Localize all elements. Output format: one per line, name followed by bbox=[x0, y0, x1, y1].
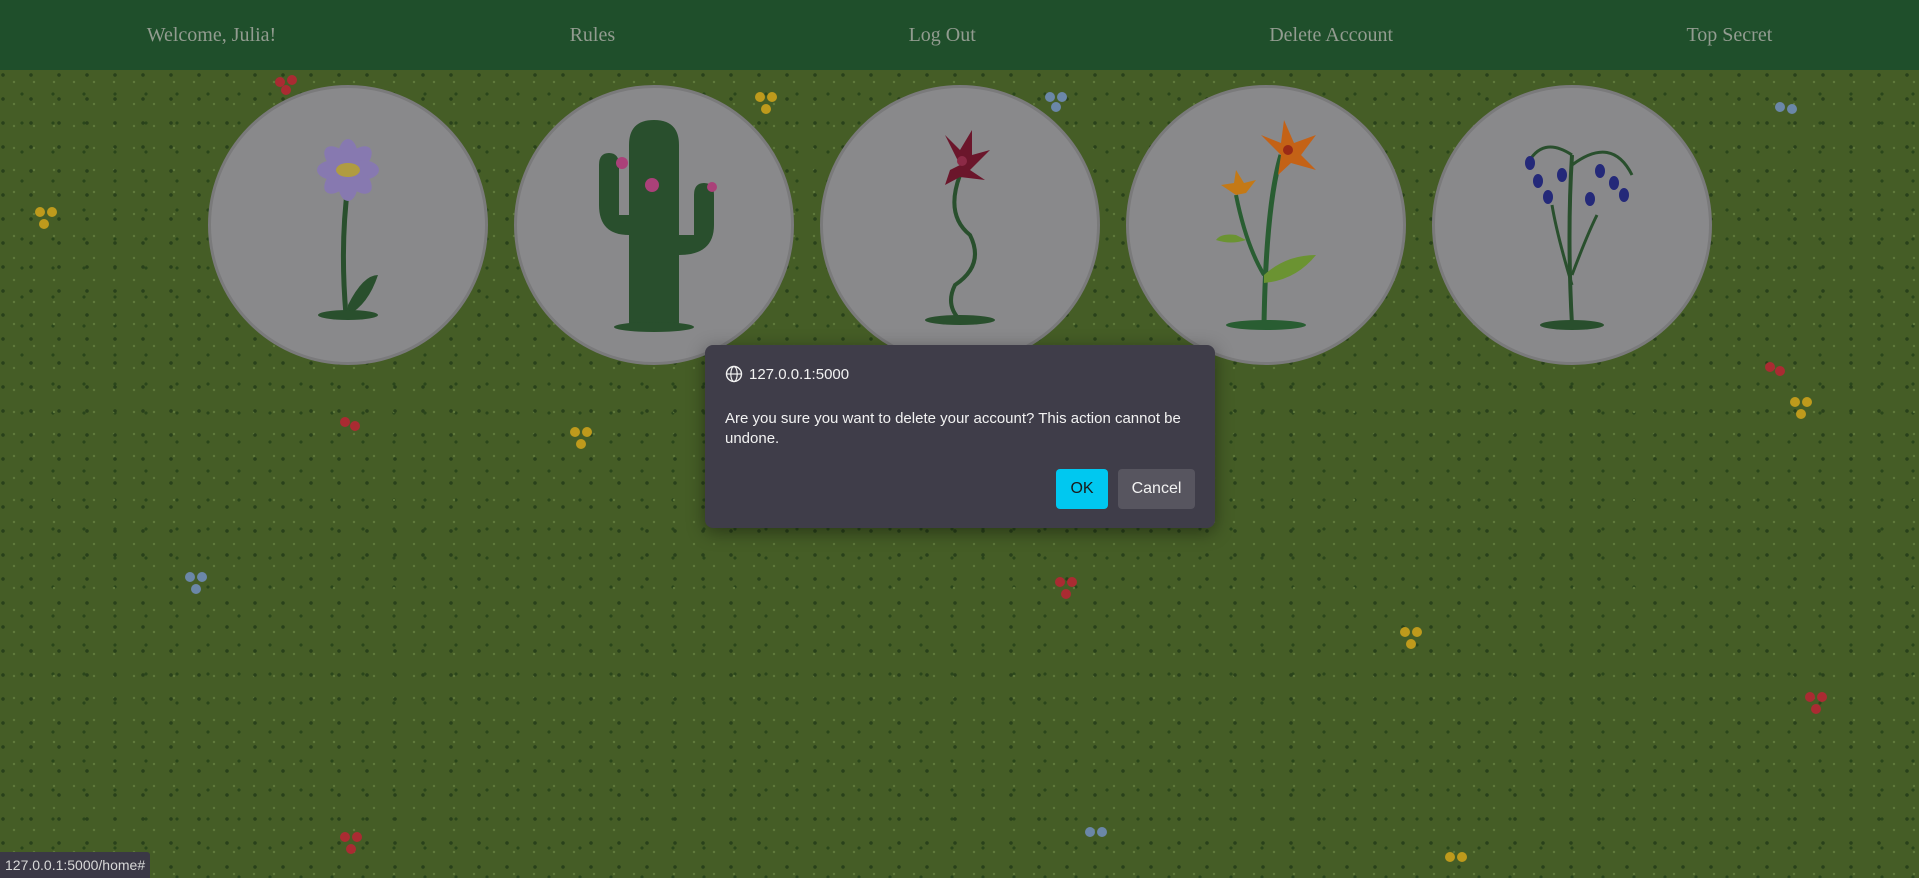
rules-link[interactable]: Rules bbox=[570, 24, 616, 47]
ground-flower-icon bbox=[340, 417, 360, 431]
ground-flower-icon bbox=[1775, 102, 1797, 114]
confirm-dialog: 127.0.0.1:5000 Are you sure you want to … bbox=[705, 345, 1215, 528]
ground-flower-icon bbox=[1765, 362, 1785, 376]
cactus-icon bbox=[599, 120, 717, 332]
plant-card-bluebell[interactable] bbox=[1432, 85, 1712, 365]
ground-flower-icon bbox=[1085, 827, 1107, 837]
plant-card-cactus[interactable] bbox=[514, 85, 794, 365]
ground-flower-icon bbox=[570, 427, 592, 449]
ground-flower-icon bbox=[1790, 397, 1812, 419]
ground-flower-icon bbox=[1400, 627, 1422, 649]
top-secret-link[interactable]: Top Secret bbox=[1686, 24, 1772, 47]
dialog-header: 127.0.0.1:5000 bbox=[725, 365, 849, 383]
ground-flower-icon bbox=[185, 572, 207, 594]
logout-link[interactable]: Log Out bbox=[909, 24, 976, 47]
top-navbar: Welcome, Julia! Rules Log Out Delete Acc… bbox=[0, 0, 1919, 70]
ok-button[interactable]: OK bbox=[1056, 469, 1108, 509]
ground-flower-icon bbox=[340, 832, 362, 854]
dialog-message: Are you sure you want to delete your acc… bbox=[725, 410, 1181, 447]
cancel-button[interactable]: Cancel bbox=[1118, 469, 1195, 509]
delete-account-link[interactable]: Delete Account bbox=[1269, 24, 1393, 47]
dialog-buttons: OK Cancel bbox=[1056, 469, 1195, 509]
plant-card-orange-lily[interactable] bbox=[1126, 85, 1406, 365]
ground-flower-icon bbox=[35, 207, 57, 229]
plant-card-daisy[interactable] bbox=[208, 85, 488, 365]
status-bar-url: 127.0.0.1:5000/home# bbox=[0, 852, 151, 878]
globe-icon bbox=[725, 365, 743, 383]
daisy-flower-icon bbox=[317, 139, 379, 320]
ground-flower-icon bbox=[1445, 852, 1467, 862]
plant-gallery bbox=[208, 85, 1712, 365]
red-lily-icon bbox=[925, 130, 995, 325]
ground-flower-icon bbox=[1805, 692, 1827, 714]
orange-tiger-lily-icon bbox=[1216, 120, 1316, 330]
bluebell-icon bbox=[1525, 145, 1634, 330]
plant-card-red-lily[interactable] bbox=[820, 85, 1100, 365]
ground-flower-icon bbox=[1055, 577, 1077, 599]
dialog-origin: 127.0.0.1:5000 bbox=[749, 365, 850, 383]
welcome-link[interactable]: Welcome, Julia! bbox=[147, 24, 276, 47]
